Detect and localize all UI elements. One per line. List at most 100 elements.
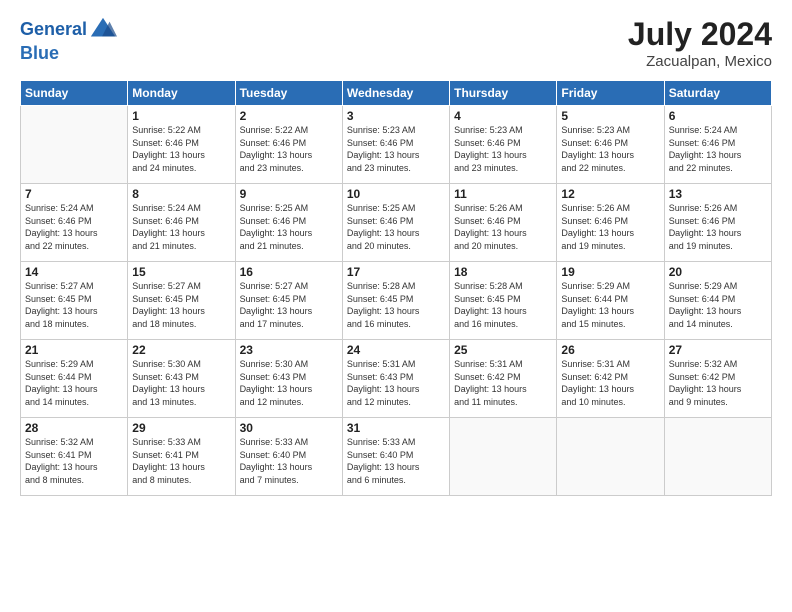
day-info: Sunrise: 5:29 AM Sunset: 6:44 PM Dayligh…	[25, 358, 123, 408]
table-row: 4Sunrise: 5:23 AM Sunset: 6:46 PM Daylig…	[450, 106, 557, 184]
col-saturday: Saturday	[664, 81, 771, 106]
day-number: 7	[25, 187, 123, 201]
day-info: Sunrise: 5:32 AM Sunset: 6:42 PM Dayligh…	[669, 358, 767, 408]
day-info: Sunrise: 5:25 AM Sunset: 6:46 PM Dayligh…	[240, 202, 338, 252]
table-row: 17Sunrise: 5:28 AM Sunset: 6:45 PM Dayli…	[342, 262, 449, 340]
day-number: 20	[669, 265, 767, 279]
day-info: Sunrise: 5:28 AM Sunset: 6:45 PM Dayligh…	[347, 280, 445, 330]
day-number: 12	[561, 187, 659, 201]
day-info: Sunrise: 5:31 AM Sunset: 6:42 PM Dayligh…	[454, 358, 552, 408]
day-info: Sunrise: 5:23 AM Sunset: 6:46 PM Dayligh…	[454, 124, 552, 174]
table-row: 22Sunrise: 5:30 AM Sunset: 6:43 PM Dayli…	[128, 340, 235, 418]
day-number: 18	[454, 265, 552, 279]
day-number: 5	[561, 109, 659, 123]
col-monday: Monday	[128, 81, 235, 106]
page: General Blue July 2024 Zacualpan, Mexico…	[0, 0, 792, 612]
header: General Blue July 2024 Zacualpan, Mexico	[20, 16, 772, 70]
table-row	[21, 106, 128, 184]
day-number: 29	[132, 421, 230, 435]
day-info: Sunrise: 5:31 AM Sunset: 6:43 PM Dayligh…	[347, 358, 445, 408]
day-info: Sunrise: 5:31 AM Sunset: 6:42 PM Dayligh…	[561, 358, 659, 408]
day-number: 16	[240, 265, 338, 279]
table-row: 25Sunrise: 5:31 AM Sunset: 6:42 PM Dayli…	[450, 340, 557, 418]
table-row: 7Sunrise: 5:24 AM Sunset: 6:46 PM Daylig…	[21, 184, 128, 262]
day-info: Sunrise: 5:22 AM Sunset: 6:46 PM Dayligh…	[240, 124, 338, 174]
day-number: 17	[347, 265, 445, 279]
table-row: 28Sunrise: 5:32 AM Sunset: 6:41 PM Dayli…	[21, 418, 128, 496]
table-row: 12Sunrise: 5:26 AM Sunset: 6:46 PM Dayli…	[557, 184, 664, 262]
day-info: Sunrise: 5:24 AM Sunset: 6:46 PM Dayligh…	[25, 202, 123, 252]
table-row: 19Sunrise: 5:29 AM Sunset: 6:44 PM Dayli…	[557, 262, 664, 340]
table-row: 11Sunrise: 5:26 AM Sunset: 6:46 PM Dayli…	[450, 184, 557, 262]
table-row: 5Sunrise: 5:23 AM Sunset: 6:46 PM Daylig…	[557, 106, 664, 184]
logo-icon	[89, 16, 117, 44]
table-row: 1Sunrise: 5:22 AM Sunset: 6:46 PM Daylig…	[128, 106, 235, 184]
day-number: 6	[669, 109, 767, 123]
day-number: 15	[132, 265, 230, 279]
table-row: 30Sunrise: 5:33 AM Sunset: 6:40 PM Dayli…	[235, 418, 342, 496]
day-number: 1	[132, 109, 230, 123]
day-info: Sunrise: 5:30 AM Sunset: 6:43 PM Dayligh…	[132, 358, 230, 408]
table-row	[450, 418, 557, 496]
table-row: 13Sunrise: 5:26 AM Sunset: 6:46 PM Dayli…	[664, 184, 771, 262]
logo: General Blue	[20, 16, 117, 64]
day-number: 21	[25, 343, 123, 357]
table-row: 29Sunrise: 5:33 AM Sunset: 6:41 PM Dayli…	[128, 418, 235, 496]
col-sunday: Sunday	[21, 81, 128, 106]
day-info: Sunrise: 5:32 AM Sunset: 6:41 PM Dayligh…	[25, 436, 123, 486]
table-row: 21Sunrise: 5:29 AM Sunset: 6:44 PM Dayli…	[21, 340, 128, 418]
col-thursday: Thursday	[450, 81, 557, 106]
calendar-table: Sunday Monday Tuesday Wednesday Thursday…	[20, 80, 772, 496]
day-number: 23	[240, 343, 338, 357]
day-info: Sunrise: 5:26 AM Sunset: 6:46 PM Dayligh…	[561, 202, 659, 252]
month-title: July 2024	[628, 16, 772, 53]
calendar-header-row: Sunday Monday Tuesday Wednesday Thursday…	[21, 81, 772, 106]
day-info: Sunrise: 5:33 AM Sunset: 6:40 PM Dayligh…	[240, 436, 338, 486]
table-row: 6Sunrise: 5:24 AM Sunset: 6:46 PM Daylig…	[664, 106, 771, 184]
day-number: 26	[561, 343, 659, 357]
day-info: Sunrise: 5:29 AM Sunset: 6:44 PM Dayligh…	[561, 280, 659, 330]
day-number: 22	[132, 343, 230, 357]
col-friday: Friday	[557, 81, 664, 106]
day-number: 3	[347, 109, 445, 123]
table-row: 9Sunrise: 5:25 AM Sunset: 6:46 PM Daylig…	[235, 184, 342, 262]
day-number: 25	[454, 343, 552, 357]
day-info: Sunrise: 5:27 AM Sunset: 6:45 PM Dayligh…	[240, 280, 338, 330]
table-row: 20Sunrise: 5:29 AM Sunset: 6:44 PM Dayli…	[664, 262, 771, 340]
day-info: Sunrise: 5:23 AM Sunset: 6:46 PM Dayligh…	[347, 124, 445, 174]
day-number: 10	[347, 187, 445, 201]
table-row: 31Sunrise: 5:33 AM Sunset: 6:40 PM Dayli…	[342, 418, 449, 496]
table-row: 8Sunrise: 5:24 AM Sunset: 6:46 PM Daylig…	[128, 184, 235, 262]
day-number: 14	[25, 265, 123, 279]
day-info: Sunrise: 5:22 AM Sunset: 6:46 PM Dayligh…	[132, 124, 230, 174]
table-row: 10Sunrise: 5:25 AM Sunset: 6:46 PM Dayli…	[342, 184, 449, 262]
table-row: 27Sunrise: 5:32 AM Sunset: 6:42 PM Dayli…	[664, 340, 771, 418]
day-info: Sunrise: 5:24 AM Sunset: 6:46 PM Dayligh…	[132, 202, 230, 252]
table-row: 26Sunrise: 5:31 AM Sunset: 6:42 PM Dayli…	[557, 340, 664, 418]
day-number: 28	[25, 421, 123, 435]
day-info: Sunrise: 5:26 AM Sunset: 6:46 PM Dayligh…	[454, 202, 552, 252]
day-info: Sunrise: 5:28 AM Sunset: 6:45 PM Dayligh…	[454, 280, 552, 330]
col-tuesday: Tuesday	[235, 81, 342, 106]
day-number: 24	[347, 343, 445, 357]
table-row: 15Sunrise: 5:27 AM Sunset: 6:45 PM Dayli…	[128, 262, 235, 340]
day-number: 19	[561, 265, 659, 279]
day-info: Sunrise: 5:26 AM Sunset: 6:46 PM Dayligh…	[669, 202, 767, 252]
table-row: 2Sunrise: 5:22 AM Sunset: 6:46 PM Daylig…	[235, 106, 342, 184]
day-info: Sunrise: 5:24 AM Sunset: 6:46 PM Dayligh…	[669, 124, 767, 174]
table-row: 3Sunrise: 5:23 AM Sunset: 6:46 PM Daylig…	[342, 106, 449, 184]
day-info: Sunrise: 5:30 AM Sunset: 6:43 PM Dayligh…	[240, 358, 338, 408]
day-number: 13	[669, 187, 767, 201]
table-row: 24Sunrise: 5:31 AM Sunset: 6:43 PM Dayli…	[342, 340, 449, 418]
day-info: Sunrise: 5:27 AM Sunset: 6:45 PM Dayligh…	[132, 280, 230, 330]
day-info: Sunrise: 5:29 AM Sunset: 6:44 PM Dayligh…	[669, 280, 767, 330]
logo-text-blue: Blue	[20, 43, 59, 63]
table-row: 18Sunrise: 5:28 AM Sunset: 6:45 PM Dayli…	[450, 262, 557, 340]
day-info: Sunrise: 5:33 AM Sunset: 6:41 PM Dayligh…	[132, 436, 230, 486]
table-row	[664, 418, 771, 496]
day-number: 11	[454, 187, 552, 201]
table-row	[557, 418, 664, 496]
day-number: 27	[669, 343, 767, 357]
day-info: Sunrise: 5:25 AM Sunset: 6:46 PM Dayligh…	[347, 202, 445, 252]
day-number: 9	[240, 187, 338, 201]
